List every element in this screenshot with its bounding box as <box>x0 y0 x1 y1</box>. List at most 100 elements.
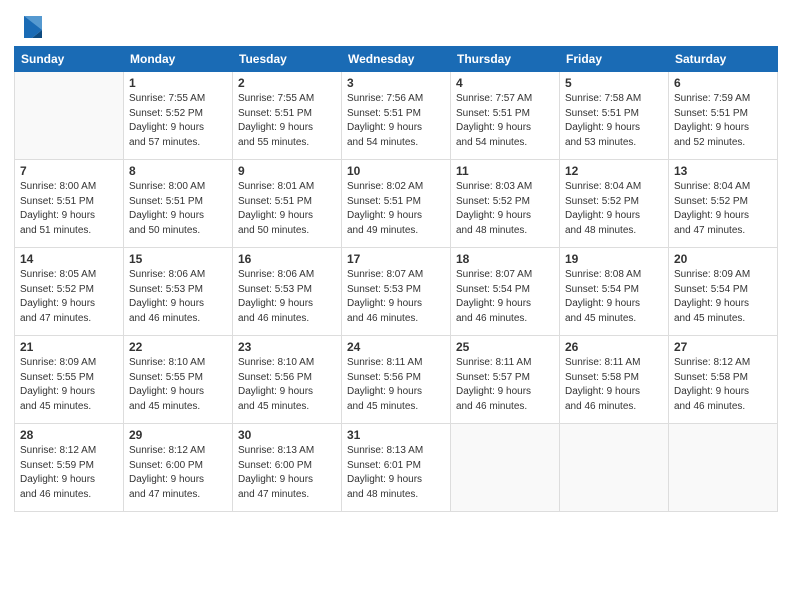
cell-content: Sunrise: 8:07 AMSunset: 5:54 PMDaylight:… <box>456 268 554 326</box>
calendar-cell: 24Sunrise: 8:11 AMSunset: 5:56 PMDayligh… <box>342 336 451 424</box>
cell-content: Sunrise: 7:56 AMSunset: 5:51 PMDaylight:… <box>347 92 445 150</box>
cell-content: Sunrise: 7:59 AMSunset: 5:51 PMDaylight:… <box>674 92 772 150</box>
calendar-cell: 22 Sunrise: 8:10 AMSunset: 5:55 PMDayligh… <box>124 336 233 424</box>
calendar-cell: 3 Sunrise: 7:56 AMSunset: 5:51 PMDaylight… <box>342 72 451 160</box>
calendar-cell: 25 Sunrise: 8:11 AMSunset: 5:57 PMDayligh… <box>451 336 560 424</box>
weekday-header-thursday: Thursday <box>451 47 560 72</box>
calendar-cell <box>669 424 778 512</box>
day-number: 23 <box>238 340 336 354</box>
cell-content: Sunrise: 8:11 AMSunset: 5:57 PMDaylight:… <box>456 356 554 414</box>
calendar-cell: 31Sunrise: 8:13 AMSunset: 6:01 PMDayligh… <box>342 424 451 512</box>
logo <box>14 10 44 38</box>
day-number: 3 <box>347 76 445 90</box>
page: SundayMondayTuesdayWednesdayThursdayFrid… <box>0 0 792 612</box>
calendar-cell: 8 Sunrise: 8:00 AMSunset: 5:51 PMDaylight… <box>124 160 233 248</box>
cell-content: Sunrise: 8:07 AMSunset: 5:53 PMDaylight:… <box>347 268 445 326</box>
day-number: 8 <box>129 164 227 178</box>
day-number: 20 <box>674 252 772 266</box>
cell-content: Sunrise: 7:55 AMSunset: 5:51 PMDaylight:… <box>238 92 336 150</box>
cell-content: Sunrise: 8:10 AMSunset: 5:55 PMDaylight:… <box>129 356 227 414</box>
day-number: 12 <box>565 164 663 178</box>
calendar-cell <box>15 72 124 160</box>
cell-content: Sunrise: 8:12 AMSunset: 5:58 PMDaylight:… <box>674 356 772 414</box>
calendar-cell: 6 Sunrise: 7:59 AMSunset: 5:51 PMDaylight… <box>669 72 778 160</box>
day-number: 25 <box>456 340 554 354</box>
calendar-cell: 29Sunrise: 8:12 AMSunset: 6:00 PMDayligh… <box>124 424 233 512</box>
calendar-cell: 10Sunrise: 8:02 AMSunset: 5:51 PMDayligh… <box>342 160 451 248</box>
day-number: 11 <box>456 164 554 178</box>
day-number: 5 <box>565 76 663 90</box>
day-number: 4 <box>456 76 554 90</box>
cell-content: Sunrise: 8:08 AMSunset: 5:54 PMDaylight:… <box>565 268 663 326</box>
calendar-cell <box>560 424 669 512</box>
header <box>14 10 778 38</box>
cell-content: Sunrise: 8:05 AMSunset: 5:52 PMDaylight:… <box>20 268 118 326</box>
calendar-cell: 12Sunrise: 8:04 AMSunset: 5:52 PMDayligh… <box>560 160 669 248</box>
cell-content: Sunrise: 8:00 AMSunset: 5:51 PMDaylight:… <box>129 180 227 238</box>
cell-content: Sunrise: 8:09 AMSunset: 5:55 PMDaylight:… <box>20 356 118 414</box>
weekday-header-wednesday: Wednesday <box>342 47 451 72</box>
cell-content: Sunrise: 8:03 AMSunset: 5:52 PMDaylight:… <box>456 180 554 238</box>
weekday-header-row: SundayMondayTuesdayWednesdayThursdayFrid… <box>15 47 778 72</box>
day-number: 7 <box>20 164 118 178</box>
day-number: 6 <box>674 76 772 90</box>
cell-content: Sunrise: 7:57 AMSunset: 5:51 PMDaylight:… <box>456 92 554 150</box>
cell-content: Sunrise: 8:06 AMSunset: 5:53 PMDaylight:… <box>129 268 227 326</box>
day-number: 22 <box>129 340 227 354</box>
calendar-week-5: 28Sunrise: 8:12 AMSunset: 5:59 PMDayligh… <box>15 424 778 512</box>
day-number: 21 <box>20 340 118 354</box>
day-number: 19 <box>565 252 663 266</box>
cell-content: Sunrise: 8:00 AMSunset: 5:51 PMDaylight:… <box>20 180 118 238</box>
calendar-cell: 16 Sunrise: 8:06 AMSunset: 5:53 PMDayligh… <box>233 248 342 336</box>
weekday-header-monday: Monday <box>124 47 233 72</box>
day-number: 18 <box>456 252 554 266</box>
cell-content: Sunrise: 8:09 AMSunset: 5:54 PMDaylight:… <box>674 268 772 326</box>
cell-content: Sunrise: 8:13 AMSunset: 6:00 PMDaylight:… <box>238 444 336 502</box>
calendar-cell: 15 Sunrise: 8:06 AMSunset: 5:53 PMDayligh… <box>124 248 233 336</box>
day-number: 14 <box>20 252 118 266</box>
day-number: 28 <box>20 428 118 442</box>
day-number: 27 <box>674 340 772 354</box>
calendar-cell: 26 Sunrise: 8:11 AMSunset: 5:58 PMDayligh… <box>560 336 669 424</box>
cell-content: Sunrise: 8:04 AMSunset: 5:52 PMDaylight:… <box>674 180 772 238</box>
cell-content: Sunrise: 7:55 AMSunset: 5:52 PMDaylight:… <box>129 92 227 150</box>
weekday-header-saturday: Saturday <box>669 47 778 72</box>
day-number: 13 <box>674 164 772 178</box>
calendar-week-3: 14 Sunrise: 8:05 AMSunset: 5:52 PMDayligh… <box>15 248 778 336</box>
calendar-cell: 14 Sunrise: 8:05 AMSunset: 5:52 PMDayligh… <box>15 248 124 336</box>
cell-content: Sunrise: 8:11 AMSunset: 5:56 PMDaylight:… <box>347 356 445 414</box>
day-number: 9 <box>238 164 336 178</box>
calendar-cell: 27 Sunrise: 8:12 AMSunset: 5:58 PMDayligh… <box>669 336 778 424</box>
cell-content: Sunrise: 8:12 AMSunset: 6:00 PMDaylight:… <box>129 444 227 502</box>
calendar-cell: 21 Sunrise: 8:09 AMSunset: 5:55 PMDayligh… <box>15 336 124 424</box>
calendar-week-2: 7 Sunrise: 8:00 AMSunset: 5:51 PMDaylight… <box>15 160 778 248</box>
calendar-cell: 2 Sunrise: 7:55 AMSunset: 5:51 PMDaylight… <box>233 72 342 160</box>
cell-content: Sunrise: 8:11 AMSunset: 5:58 PMDaylight:… <box>565 356 663 414</box>
calendar-cell: 9Sunrise: 8:01 AMSunset: 5:51 PMDaylight… <box>233 160 342 248</box>
day-number: 2 <box>238 76 336 90</box>
calendar-cell: 18 Sunrise: 8:07 AMSunset: 5:54 PMDayligh… <box>451 248 560 336</box>
cell-content: Sunrise: 8:10 AMSunset: 5:56 PMDaylight:… <box>238 356 336 414</box>
calendar-cell: 7 Sunrise: 8:00 AMSunset: 5:51 PMDaylight… <box>15 160 124 248</box>
cell-content: Sunrise: 7:58 AMSunset: 5:51 PMDaylight:… <box>565 92 663 150</box>
calendar-cell: 5 Sunrise: 7:58 AMSunset: 5:51 PMDaylight… <box>560 72 669 160</box>
calendar-cell: 23 Sunrise: 8:10 AMSunset: 5:56 PMDayligh… <box>233 336 342 424</box>
calendar-week-4: 21 Sunrise: 8:09 AMSunset: 5:55 PMDayligh… <box>15 336 778 424</box>
calendar: SundayMondayTuesdayWednesdayThursdayFrid… <box>14 46 778 512</box>
calendar-cell: 4 Sunrise: 7:57 AMSunset: 5:51 PMDaylight… <box>451 72 560 160</box>
calendar-cell: 13 Sunrise: 8:04 AMSunset: 5:52 PMDayligh… <box>669 160 778 248</box>
calendar-cell: 30Sunrise: 8:13 AMSunset: 6:00 PMDayligh… <box>233 424 342 512</box>
day-number: 1 <box>129 76 227 90</box>
weekday-header-friday: Friday <box>560 47 669 72</box>
day-number: 26 <box>565 340 663 354</box>
weekday-header-tuesday: Tuesday <box>233 47 342 72</box>
day-number: 15 <box>129 252 227 266</box>
calendar-cell: 19 Sunrise: 8:08 AMSunset: 5:54 PMDayligh… <box>560 248 669 336</box>
cell-content: Sunrise: 8:06 AMSunset: 5:53 PMDaylight:… <box>238 268 336 326</box>
day-number: 17 <box>347 252 445 266</box>
day-number: 31 <box>347 428 445 442</box>
calendar-cell: 11 Sunrise: 8:03 AMSunset: 5:52 PMDayligh… <box>451 160 560 248</box>
calendar-cell: 17 Sunrise: 8:07 AMSunset: 5:53 PMDayligh… <box>342 248 451 336</box>
day-number: 16 <box>238 252 336 266</box>
calendar-cell: 20 Sunrise: 8:09 AMSunset: 5:54 PMDayligh… <box>669 248 778 336</box>
